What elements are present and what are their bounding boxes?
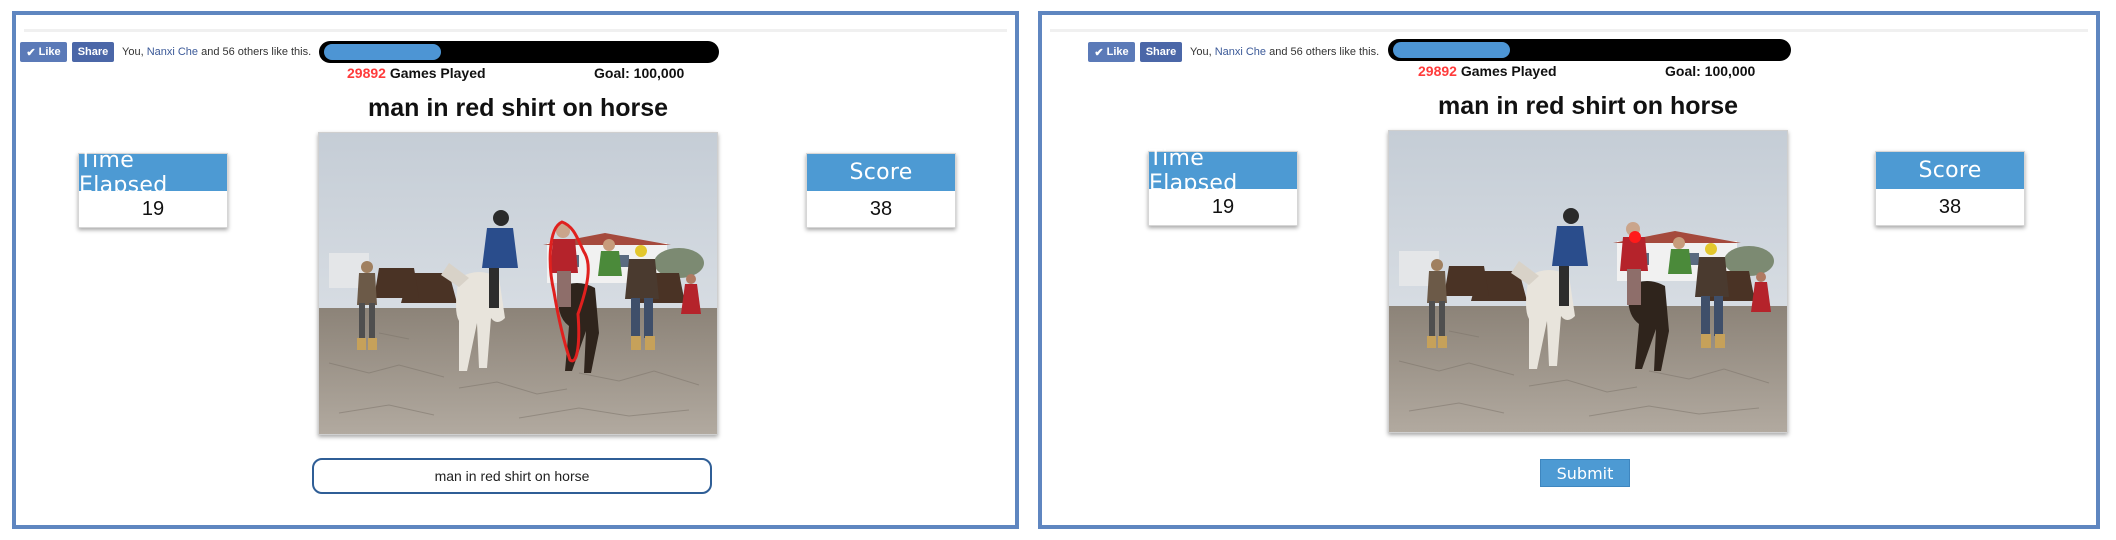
like-label: Like [38,46,61,58]
games-progress-fill [1393,42,1510,58]
submit-button[interactable]: Submit [1540,459,1630,487]
scene-photo [1389,131,1787,432]
social-prefix: You, [1190,46,1215,58]
games-progress-bar [319,41,719,63]
friend-link[interactable]: Nanxi Che [1215,46,1266,58]
divider [1050,29,2088,32]
facebook-share-button[interactable]: Share [72,42,114,62]
time-elapsed-box: Time Elapsed 19 [78,148,228,228]
facebook-share-button[interactable]: Share [1140,42,1182,62]
score-value: 38 [1938,196,1962,218]
games-progress-fill [324,44,441,60]
facebook-like-button[interactable]: ✔ Like [20,42,67,62]
goal-text: Goal: 100,000 [1665,63,1756,79]
time-elapsed-box: Time Elapsed 19 [1148,146,1298,226]
social-prefix: You, [122,46,147,58]
score-label: Score [807,154,955,191]
left-game-panel: ✔ Like Share You, Nanxi Che and 56 other… [12,11,1019,529]
check-icon: ✔ [1094,46,1104,59]
social-suffix: and 56 others like this. [1266,46,1380,58]
scene-photo [319,133,717,434]
goal-text: Goal: 100,000 [594,65,685,81]
caption-title: man in red shirt on horse [367,94,669,122]
facebook-bar: ✔ Like Share You, Nanxi Che and 56 other… [20,42,311,62]
score-value: 38 [869,198,893,220]
social-text: You, Nanxi Che and 56 others like this. [1190,46,1379,58]
social-suffix: and 56 others like this. [198,46,312,58]
score-label: Score [1876,152,2024,189]
stats-row: 29892 Games Played Goal: 100,000 [347,65,707,81]
description-input[interactable] [312,458,712,494]
stats-row: 29892 Games Played Goal: 100,000 [1418,63,1778,79]
caption-title: man in red shirt on horse [1437,92,1739,120]
like-label: Like [1106,46,1129,58]
score-box: Score 38 [806,153,956,228]
games-progress-bar [1388,39,1791,61]
right-game-panel: ✔ Like Share You, Nanxi Che and 56 other… [1038,11,2100,529]
scene-image[interactable] [1388,130,1788,433]
friend-link[interactable]: Nanxi Che [147,46,198,58]
click-marker [1629,231,1641,243]
score-box: Score 38 [1875,151,2025,226]
games-played-label: Games Played [1460,63,1557,79]
facebook-like-button[interactable]: ✔ Like [1088,42,1135,62]
social-text: You, Nanxi Che and 56 others like this. [122,46,311,58]
games-played-count: 29892 [1418,63,1457,79]
games-played-label: Games Played [389,65,486,81]
facebook-bar: ✔ Like Share You, Nanxi Che and 56 other… [1088,42,1379,62]
check-icon: ✔ [26,46,36,59]
time-elapsed-label: Time Elapsed [1149,146,1297,196]
games-played-count: 29892 [347,65,386,81]
time-elapsed-label: Time Elapsed [79,148,227,198]
scene-image[interactable] [318,132,718,435]
divider [24,29,1007,32]
